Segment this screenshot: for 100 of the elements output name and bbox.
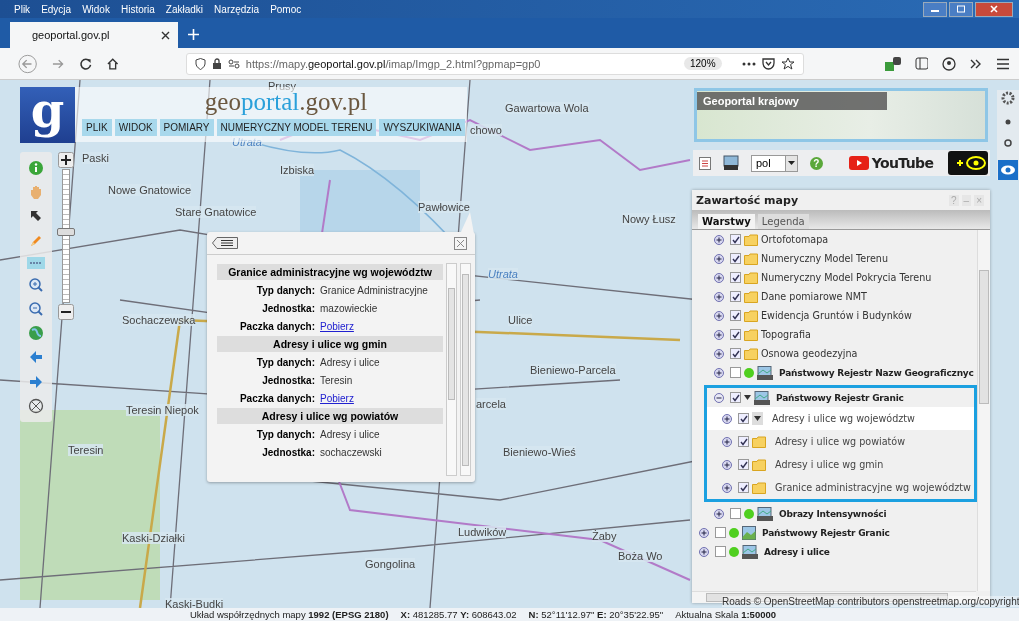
- layer-checkbox[interactable]: [730, 348, 741, 359]
- layer-label[interactable]: Państwowy Rejestr Granic: [762, 527, 890, 538]
- zoom-out-icon[interactable]: [28, 301, 44, 318]
- menu-item[interactable]: Edycja: [39, 2, 74, 16]
- reload-icon[interactable]: [78, 56, 93, 71]
- forward-arrow-icon[interactable]: [28, 373, 44, 390]
- caret-icon[interactable]: [754, 416, 761, 421]
- list-icon[interactable]: [699, 156, 711, 170]
- dot-icon[interactable]: [1004, 138, 1012, 147]
- address-field[interactable]: https://mapy.geoportal.gov.pl/imap/Imgp_2.html?gpmap=gp0 120%: [185, 52, 804, 75]
- caret-icon[interactable]: [744, 395, 751, 400]
- layer-label[interactable]: Państwowy Rejestr Nazw Geograficznyc: [779, 367, 974, 378]
- layer-label[interactable]: Obrazy Intensywności: [779, 508, 887, 519]
- accessibility-eye-button[interactable]: [948, 151, 988, 175]
- zoom-slider[interactable]: [57, 169, 75, 303]
- menu-item[interactable]: Pomoc: [268, 2, 304, 16]
- overview-map[interactable]: Geoportal krajowy: [694, 88, 988, 142]
- slider-thumb[interactable]: [57, 228, 75, 237]
- pocket-icon[interactable]: [761, 57, 775, 70]
- map-layer-icon[interactable]: [723, 155, 739, 171]
- expand-icon[interactable]: [714, 508, 724, 519]
- layer-checkbox[interactable]: [715, 527, 726, 538]
- layer-checkbox[interactable]: [738, 459, 749, 470]
- eye-icon[interactable]: [998, 160, 1018, 180]
- menu-button[interactable]: PLIK: [82, 119, 112, 136]
- expand-icon[interactable]: [714, 348, 724, 359]
- zoom-in-icon[interactable]: [28, 276, 44, 293]
- layer-label[interactable]: Adresy i ulice: [764, 546, 830, 557]
- info-icon[interactable]: [28, 160, 44, 177]
- layer-label[interactable]: Numeryczny Model Terenu: [761, 253, 889, 264]
- expand-icon[interactable]: [714, 367, 724, 378]
- list-tag-icon[interactable]: [212, 237, 238, 249]
- layer-checkbox[interactable]: [730, 234, 741, 245]
- layer-label[interactable]: Topografia: [761, 329, 811, 340]
- layer-checkbox[interactable]: [715, 546, 726, 557]
- layer-label[interactable]: Państwowy Rejestr Granic: [776, 392, 904, 403]
- expand-icon[interactable]: [699, 546, 709, 557]
- zoom-badge[interactable]: 120%: [684, 57, 722, 70]
- zoom-in-button[interactable]: [58, 152, 74, 168]
- layer-label[interactable]: Osnowa geodezyjna: [761, 348, 858, 359]
- gear-icon[interactable]: [1000, 90, 1016, 106]
- expand-icon[interactable]: [714, 272, 724, 283]
- overflow-icon[interactable]: [969, 58, 982, 69]
- logo[interactable]: g: [20, 87, 75, 143]
- more-icon[interactable]: [741, 61, 756, 66]
- menu-item[interactable]: Widok: [80, 2, 112, 16]
- home-icon[interactable]: [106, 56, 120, 71]
- layer-row[interactable]: Adresy i ulice wg województw: [707, 407, 974, 430]
- expand-icon[interactable]: [699, 527, 709, 538]
- download-link[interactable]: Pobierz: [320, 392, 354, 404]
- menu-item[interactable]: Zakładki: [163, 2, 206, 16]
- layer-checkbox[interactable]: [730, 367, 741, 378]
- layer-checkbox[interactable]: [730, 310, 741, 321]
- expand-icon[interactable]: [714, 253, 724, 264]
- collapse-icon[interactable]: [714, 392, 724, 403]
- layer-label[interactable]: Dane pomiarowe NMT: [761, 291, 867, 302]
- scrollbar[interactable]: [446, 263, 457, 476]
- layer-label[interactable]: Numeryczny Model Pokrycia Terenu: [761, 272, 932, 283]
- layer-checkbox[interactable]: [738, 413, 749, 424]
- menu-item[interactable]: Historia: [118, 2, 157, 16]
- menu-button[interactable]: WIDOK: [114, 119, 157, 136]
- expand-icon[interactable]: [714, 291, 724, 302]
- layer-label[interactable]: Ortofotomapa: [761, 234, 829, 245]
- zoom-out-button[interactable]: [58, 304, 74, 320]
- menu-icon[interactable]: [995, 57, 1009, 70]
- expand-icon[interactable]: [722, 459, 732, 470]
- plus-icon[interactable]: [188, 29, 199, 40]
- language-select[interactable]: pol: [751, 154, 798, 172]
- layer-row[interactable]: Granice administracyjne wg województw: [707, 476, 974, 499]
- youtube-link[interactable]: YouTube: [848, 155, 934, 171]
- browser-tab[interactable]: geoportal.gov.pl: [10, 22, 178, 48]
- expand-icon[interactable]: [714, 310, 724, 321]
- crosshair-icon[interactable]: [28, 397, 44, 414]
- maximize-icon[interactable]: [956, 5, 966, 13]
- dot-icon[interactable]: [1005, 119, 1011, 126]
- layer-checkbox[interactable]: [738, 482, 749, 493]
- layer-row[interactable]: Adresy i ulice wg powiatów: [707, 430, 974, 453]
- expand-icon[interactable]: [714, 234, 724, 245]
- menu-button[interactable]: POMIARY: [159, 119, 214, 136]
- star-icon[interactable]: [780, 57, 795, 70]
- expand-icon[interactable]: [722, 482, 732, 493]
- layer-checkbox[interactable]: [730, 392, 741, 403]
- expand-icon[interactable]: [722, 436, 732, 447]
- layer-label[interactable]: Ewidencja Gruntów i Budynków: [761, 310, 912, 321]
- expand-icon[interactable]: [714, 329, 724, 340]
- sidebar-icon[interactable]: [914, 57, 929, 70]
- menu-button[interactable]: NUMERYCZNY MODEL TERENU: [216, 119, 377, 136]
- menu-item[interactable]: Narzędzia: [212, 2, 262, 16]
- panel-tab[interactable]: Warstwy: [698, 214, 755, 229]
- account-icon[interactable]: [942, 56, 956, 71]
- close-icon[interactable]: [161, 30, 170, 40]
- layer-checkbox[interactable]: [730, 329, 741, 340]
- extension-icon[interactable]: [883, 55, 901, 72]
- scrollbar[interactable]: [460, 263, 471, 476]
- panel-tab[interactable]: Legenda: [757, 214, 809, 229]
- scrollbar[interactable]: [977, 230, 990, 591]
- menu-button[interactable]: WYSZUKIWANIA: [379, 119, 466, 136]
- layer-checkbox[interactable]: [730, 291, 741, 302]
- layer-checkbox[interactable]: [730, 508, 741, 519]
- layer-checkbox[interactable]: [730, 253, 741, 264]
